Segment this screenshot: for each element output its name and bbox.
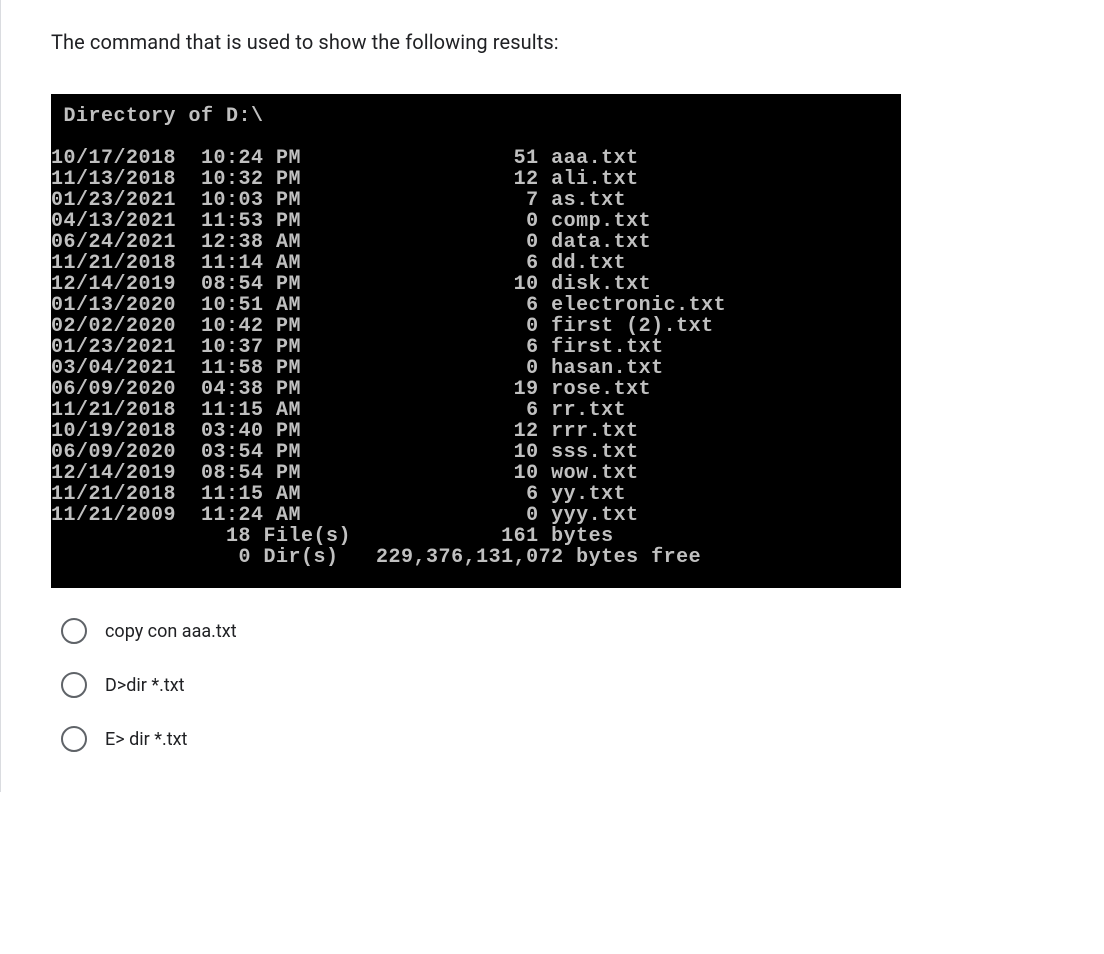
answer-option-1[interactable]: D>dir *.txt — [61, 672, 1104, 698]
radio-icon[interactable] — [61, 672, 87, 698]
answer-option-label: copy con aaa.txt — [105, 621, 237, 642]
answer-option-label: E> dir *.txt — [105, 729, 187, 750]
answer-option-0[interactable]: copy con aaa.txt — [61, 618, 1104, 644]
answer-option-label: D>dir *.txt — [105, 675, 185, 696]
question-card: The command that is used to show the fol… — [0, 0, 1104, 792]
terminal-output: Directory of D:\ 10/17/2018 10:24 PM 51 … — [51, 94, 901, 588]
answer-option-2[interactable]: E> dir *.txt — [61, 726, 1104, 752]
radio-icon[interactable] — [61, 618, 87, 644]
question-text: The command that is used to show the fol… — [51, 30, 1104, 54]
radio-icon[interactable] — [61, 726, 87, 752]
answer-options: copy con aaa.txt D>dir *.txt E> dir *.txt — [51, 618, 1104, 752]
